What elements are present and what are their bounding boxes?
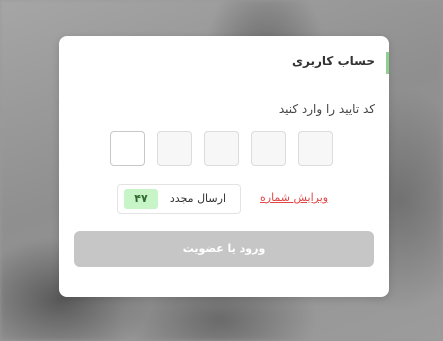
edit-phone-number-link[interactable]: ویرایش شماره <box>260 191 328 204</box>
title-accent-bar <box>386 52 389 74</box>
resend-label: ارسال مجدد <box>169 192 226 205</box>
resend-code-button[interactable]: ارسال مجدد ۴۷ <box>117 184 241 214</box>
login-or-signup-button[interactable]: ورود یا عضویت <box>74 231 374 267</box>
otp-input-row <box>110 131 336 169</box>
modal-title: حساب کاربری <box>292 54 375 68</box>
verification-prompt: کد تایید را وارد کنید <box>278 102 375 116</box>
login-modal: حساب کاربری کد تایید را وارد کنید ارسال … <box>59 36 389 297</box>
otp-digit-1[interactable] <box>298 131 333 166</box>
countdown-timer-badge: ۴۷ <box>124 189 158 209</box>
otp-digit-3[interactable] <box>204 131 239 166</box>
otp-digit-4[interactable] <box>157 131 192 166</box>
otp-digit-2[interactable] <box>251 131 286 166</box>
otp-digit-5[interactable] <box>110 131 145 166</box>
